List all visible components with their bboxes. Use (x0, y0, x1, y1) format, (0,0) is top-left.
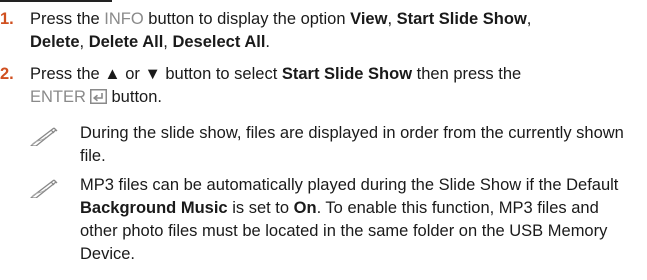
step-2: 2. Press the ▲ or ▼ button to select Sta… (0, 63, 639, 111)
step-number: 1. (0, 10, 14, 28)
option-delete: Delete (30, 33, 80, 51)
step-1-text: Press the INFO button to display the opt… (30, 10, 532, 51)
option-delete-all: Delete All (88, 33, 164, 51)
note-1-text: During the slide show, files are display… (80, 124, 624, 165)
info-button-label: INFO (104, 10, 144, 28)
enter-key-icon (89, 88, 107, 111)
option-view: View (350, 10, 388, 28)
note-2: MP3 files can be automatically played du… (29, 174, 631, 266)
on-value: On (293, 199, 317, 217)
option-deselect-all: Deselect All (172, 33, 266, 51)
enter-button-label: ENTER (30, 88, 86, 106)
option-start-slide-show: Start Slide Show (281, 65, 413, 83)
note-pencil-icon (29, 124, 58, 147)
note-2-text: MP3 files can be automatically played du… (80, 176, 619, 263)
step-2-text: Press the ▲ or ▼ button to select Start … (30, 63, 639, 111)
note-1: During the slide show, files are display… (29, 122, 631, 168)
option-start-slide-show: Start Slide Show (396, 10, 527, 28)
step-number: 2. (0, 65, 14, 83)
background-music-label: Background Music (80, 199, 228, 217)
step-1: 1. Press the INFO button to display the … (0, 8, 639, 54)
top-rule (0, 0, 112, 2)
note-pencil-icon (29, 176, 58, 199)
